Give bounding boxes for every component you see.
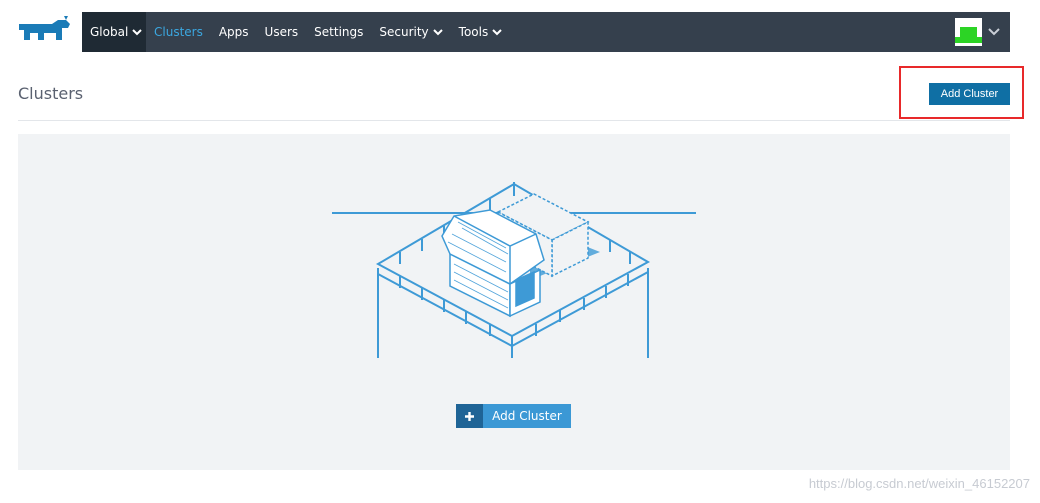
barn-farm-icon — [332, 182, 696, 358]
chevron-down-icon[interactable] — [988, 28, 1000, 36]
nav-item-security[interactable]: Security — [371, 12, 450, 52]
plus-icon — [456, 404, 483, 428]
nav-item-label: Tools — [458, 25, 489, 39]
avatar[interactable] — [955, 18, 982, 46]
nav-item-label: Apps — [218, 25, 249, 39]
nav-item-apps[interactable]: Apps — [211, 12, 257, 52]
user-menu[interactable] — [955, 18, 1000, 46]
nav-item-label: Users — [264, 25, 299, 39]
nav-item-label: Settings — [314, 25, 364, 39]
chevron-down-icon — [492, 29, 502, 36]
add-cluster-label: Add Cluster — [492, 409, 562, 423]
chevron-down-icon — [132, 29, 142, 36]
nav-item-label: Security — [379, 25, 429, 39]
nav-item-clusters[interactable]: Clusters — [146, 12, 211, 52]
global-menu-button[interactable]: Global — [82, 12, 146, 52]
global-label: Global — [90, 25, 129, 39]
top-nav: Global Clusters Apps Users Settings Secu… — [82, 12, 1010, 52]
rancher-logo-icon[interactable] — [16, 14, 74, 50]
nav-item-label: Clusters — [154, 25, 203, 39]
nav-items: Clusters Apps Users Settings Security To… — [146, 12, 510, 52]
page-title: Clusters — [18, 84, 84, 103]
chevron-down-icon — [432, 29, 443, 36]
nav-item-tools[interactable]: Tools — [451, 12, 511, 52]
empty-state-add-cluster-button[interactable]: Add Cluster — [456, 404, 571, 428]
add-cluster-button[interactable]: Add Cluster — [929, 83, 1010, 105]
header-divider — [18, 120, 1010, 121]
nav-item-users[interactable]: Users — [257, 12, 307, 52]
nav-item-settings[interactable]: Settings — [306, 12, 371, 52]
watermark-text: https://blog.csdn.net/weixin_46152207 — [808, 476, 1030, 491]
